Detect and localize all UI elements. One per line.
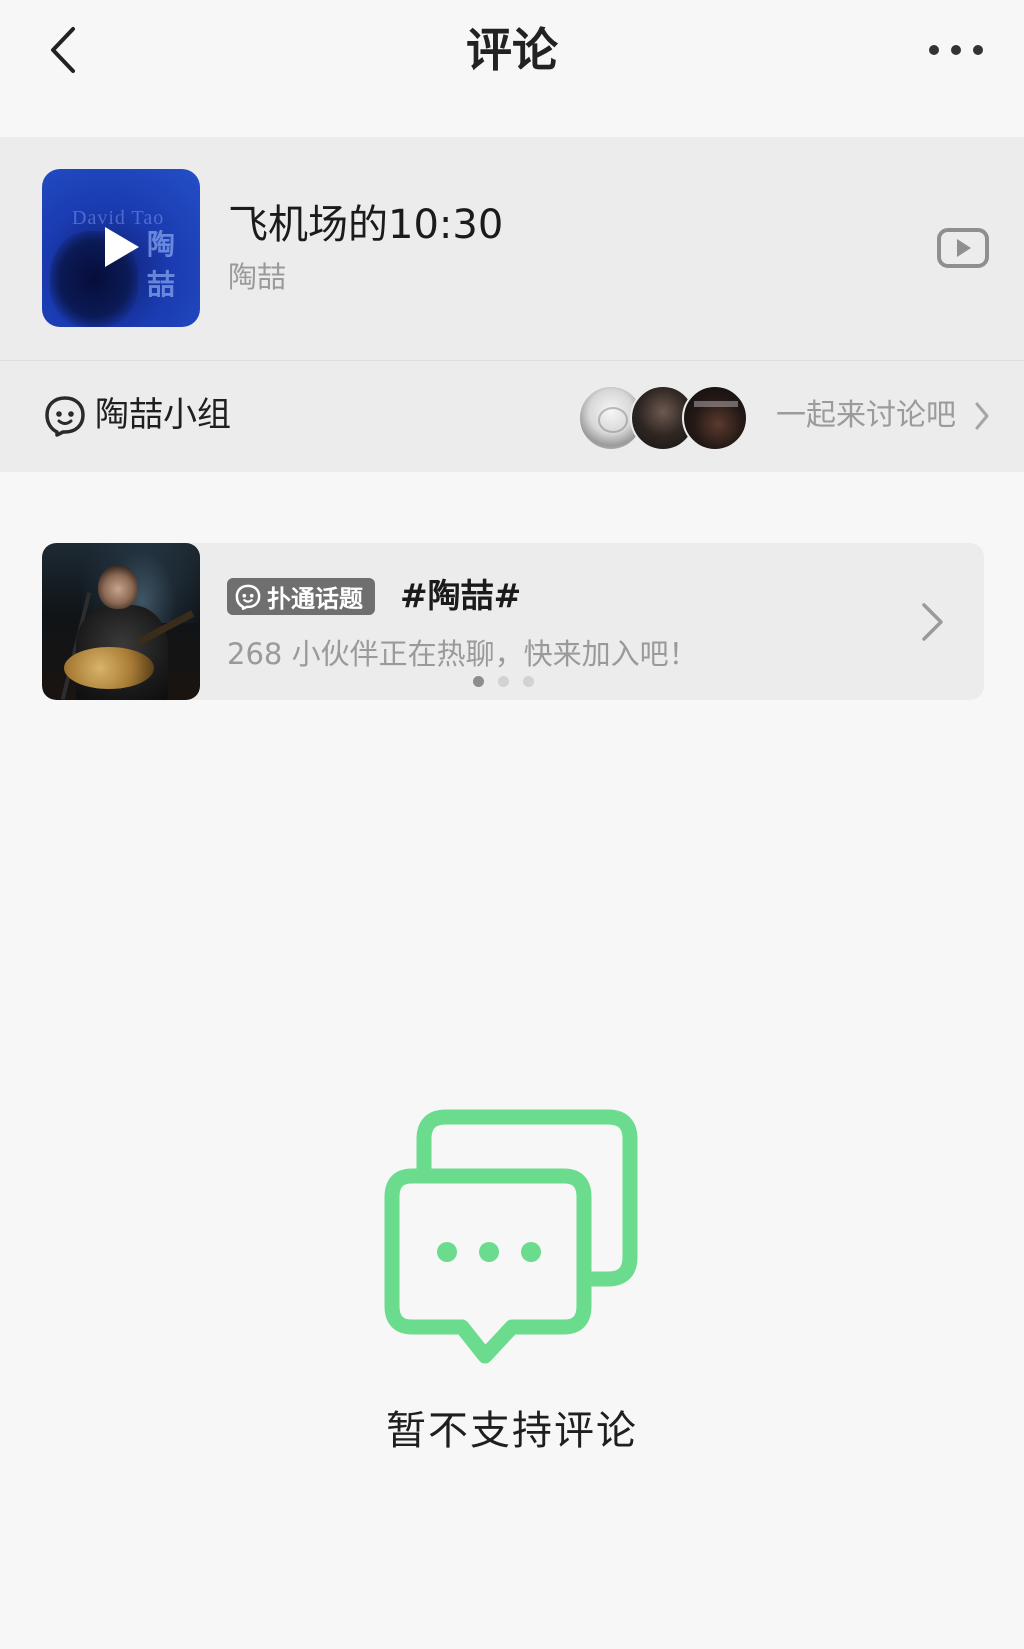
topic-name: #陶喆# bbox=[400, 576, 522, 615]
avatar-caption-strip bbox=[694, 401, 738, 407]
carousel-page-indicator bbox=[473, 676, 534, 687]
page-dot bbox=[523, 676, 534, 687]
song-card[interactable]: David Tao 陶喆 飞机场的10:30 陶喆 bbox=[0, 137, 1024, 360]
song-title: 飞机场的10:30 bbox=[228, 202, 504, 248]
chat-bubbles-icon bbox=[384, 1109, 638, 1364]
topic-tag-label: 扑通话题 bbox=[267, 585, 363, 613]
chevron-right-icon bbox=[922, 603, 943, 641]
avatar-sketch bbox=[598, 407, 628, 433]
group-cta[interactable]: 一起来讨论吧 bbox=[776, 395, 956, 437]
performer-head bbox=[98, 565, 138, 609]
song-artist[interactable]: 陶喆 bbox=[228, 258, 286, 296]
page-dot bbox=[498, 676, 509, 687]
avatar bbox=[682, 385, 748, 451]
play-icon[interactable] bbox=[103, 225, 141, 269]
group-row[interactable]: 陶喆小组 一起来讨论吧 bbox=[0, 360, 1024, 472]
video-play-icon bbox=[937, 228, 989, 268]
topic-photo bbox=[42, 543, 200, 700]
group-face-icon bbox=[235, 584, 261, 610]
top-bar: 评论 bbox=[0, 0, 1024, 137]
group-name: 陶喆小组 bbox=[95, 395, 231, 435]
more-dots-icon bbox=[929, 45, 983, 55]
chevron-right-icon bbox=[975, 402, 989, 430]
mv-button[interactable] bbox=[936, 225, 990, 271]
cover-text-cn: 陶喆 bbox=[147, 228, 176, 301]
empty-state-message: 暂不支持评论 bbox=[386, 1408, 638, 1454]
page-dot-active bbox=[473, 676, 484, 687]
topic-tag: 扑通话题 bbox=[227, 578, 375, 615]
page-title: 评论 bbox=[466, 23, 558, 77]
guitar bbox=[64, 647, 154, 689]
song-cover[interactable]: David Tao 陶喆 bbox=[42, 169, 200, 327]
group-face-icon bbox=[45, 396, 85, 437]
topic-description: 268 小伙伴正在热聊，快来加入吧！ bbox=[227, 637, 698, 671]
member-avatars bbox=[578, 385, 748, 451]
more-button[interactable] bbox=[924, 30, 988, 70]
